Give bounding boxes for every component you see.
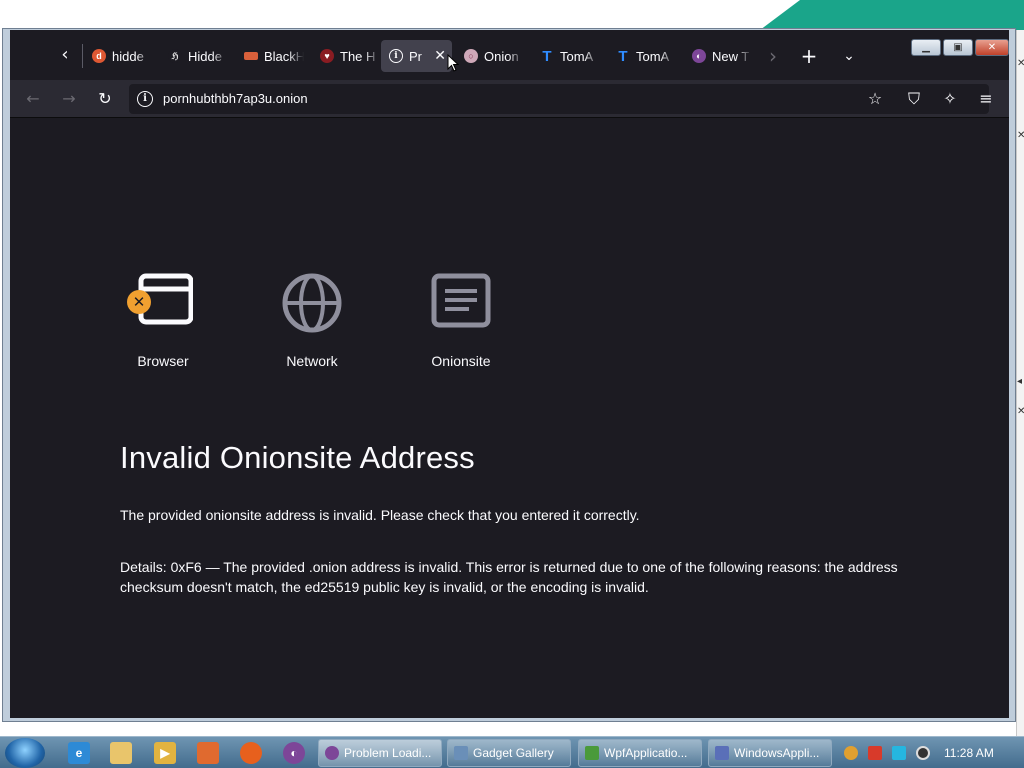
task-label: WpfApplicatio...: [604, 746, 688, 760]
tab[interactable]: d hidde: [84, 40, 158, 72]
close-icon: ✕: [1017, 406, 1024, 417]
new-identity-broom-icon[interactable]: ✧: [936, 85, 964, 113]
task-label: Problem Loadi...: [344, 746, 432, 760]
browser-frame: ‹ d hidde ℌ Hidde BlackH ♥ The H i Pr ✕: [10, 30, 1009, 718]
gadget-icon: [454, 746, 468, 760]
browser-icon: ✕: [127, 273, 194, 333]
onionsite-label: Onionsite: [431, 353, 491, 369]
task-label: Gadget Gallery: [473, 746, 554, 760]
close-icon: ✕: [1017, 58, 1024, 69]
scroll-tabs-right-button[interactable]: ›: [759, 42, 787, 70]
taskbar-item-windows-application[interactable]: WindowsAppli...: [708, 739, 832, 767]
desktop-background: [760, 0, 1024, 30]
tab[interactable]: ℌ Hidde: [160, 40, 234, 72]
close-icon: ✕: [1017, 130, 1024, 141]
tab-title: BlackH: [264, 48, 304, 64]
t-favicon: T: [618, 47, 628, 65]
tor-favicon: ◐: [692, 49, 706, 63]
tab-title: Hidde: [188, 48, 222, 64]
globe-icon: [282, 273, 342, 333]
tor-browser-icon[interactable]: ◐: [283, 742, 305, 764]
tab-title: TomA: [636, 48, 670, 64]
internet-explorer-icon[interactable]: e: [68, 742, 90, 764]
tab-title: Pr: [409, 48, 422, 64]
tab[interactable]: ○ Onion: [456, 40, 530, 72]
network-label: Network: [286, 353, 338, 369]
error-page: ✕ Browser Network Onionsite Invalid Onio…: [10, 118, 1009, 718]
close-window-button[interactable]: ✕: [975, 39, 1009, 56]
browser-status: ✕ Browser: [118, 273, 208, 369]
clock[interactable]: 11:28 AM: [944, 746, 994, 760]
file-explorer-icon[interactable]: [110, 742, 132, 764]
close-tab-icon[interactable]: ✕: [434, 48, 446, 64]
mouse-cursor-icon: [447, 54, 459, 72]
browser-window: ‹ d hidde ℌ Hidde BlackH ♥ The H i Pr ✕: [2, 28, 1016, 722]
network-status: Network: [267, 273, 357, 369]
hub-favicon: ♥: [320, 49, 334, 63]
maximize-button[interactable]: ▣: [943, 39, 973, 56]
minimize-button[interactable]: ▁: [911, 39, 941, 56]
tab[interactable]: ♥ The H: [312, 40, 386, 72]
menu-hamburger-icon[interactable]: ≡: [972, 85, 1000, 113]
flag-tray-icon[interactable]: [868, 746, 882, 760]
new-tab-button[interactable]: +: [795, 42, 823, 70]
url-text[interactable]: pornhubthbh7ap3u.onion: [163, 91, 308, 106]
browser-label: Browser: [137, 353, 189, 369]
scroll-mark: ◂: [1017, 376, 1023, 387]
tab[interactable]: ◐ New T: [684, 40, 758, 72]
taskbar: e ▶ ◐ Problem Loadi... Gadget Gallery Wp…: [0, 736, 1024, 768]
taskbar-item-problem-loading[interactable]: Problem Loadi...: [318, 739, 442, 767]
app-icon[interactable]: [197, 742, 219, 764]
back-button[interactable]: ←: [19, 85, 47, 113]
taskbar-item-wpf-application[interactable]: WpfApplicatio...: [578, 739, 702, 767]
start-button[interactable]: [5, 738, 45, 768]
vb-icon: [715, 746, 729, 760]
onionsite-status: Onionsite: [416, 273, 506, 369]
error-x-icon: ✕: [127, 290, 151, 314]
tab[interactable]: T TomA: [532, 40, 606, 72]
error-message: The provided onionsite address is invali…: [120, 507, 640, 523]
hidden-wiki-favicon: ℌ: [168, 49, 182, 63]
csharp-icon: [585, 746, 599, 760]
tab-title: The H: [340, 48, 376, 64]
site-info-icon[interactable]: i: [137, 91, 153, 107]
forward-button[interactable]: →: [55, 85, 83, 113]
media-player-icon[interactable]: ▶: [154, 742, 176, 764]
tab-separator: [82, 44, 83, 68]
bookmark-star-icon[interactable]: ☆: [861, 85, 889, 113]
tab-title: hidde: [112, 48, 144, 64]
tab-active[interactable]: i Pr ✕: [381, 40, 452, 72]
firefox-icon[interactable]: [240, 742, 262, 764]
tab[interactable]: BlackH: [236, 40, 310, 72]
background-window-edge: ✕ ✕ ◂ ✕: [1016, 30, 1024, 736]
blackhat-favicon: [244, 52, 258, 60]
tab-strip: ‹ d hidde ℌ Hidde BlackH ♥ The H i Pr ✕: [10, 30, 1009, 80]
taskbar-item-gadget-gallery[interactable]: Gadget Gallery: [447, 739, 571, 767]
tab-title: Onion: [484, 48, 519, 64]
navigation-toolbar: ← → ↻ i pornhubthbh7ap3u.onion ☆ ⛉ ✧ ≡: [10, 80, 1009, 118]
display-tray-icon[interactable]: [892, 746, 906, 760]
tor-icon: [325, 746, 339, 760]
error-title: Invalid Onionsite Address: [120, 440, 475, 475]
url-bar[interactable]: i pornhubthbh7ap3u.onion: [129, 84, 989, 114]
duckduckgo-favicon: d: [92, 49, 106, 63]
list-all-tabs-button[interactable]: ⌄: [835, 42, 863, 70]
search-tray-icon[interactable]: [844, 746, 858, 760]
reload-button[interactable]: ↻: [91, 85, 119, 113]
onionsite-icon: [431, 273, 491, 333]
info-icon: i: [389, 49, 403, 63]
t-favicon: T: [542, 47, 552, 65]
scroll-tabs-left-button[interactable]: ‹: [51, 40, 79, 70]
shield-icon[interactable]: ⛉: [900, 85, 928, 113]
tab-title: TomA: [560, 48, 594, 64]
task-label: WindowsAppli...: [734, 746, 820, 760]
onion-favicon: ○: [464, 49, 478, 63]
volume-tray-icon[interactable]: [916, 746, 930, 760]
error-details: Details: 0xF6 — The provided .onion addr…: [120, 559, 898, 595]
tab[interactable]: T TomA: [608, 40, 682, 72]
tab-title: New T: [712, 48, 750, 64]
